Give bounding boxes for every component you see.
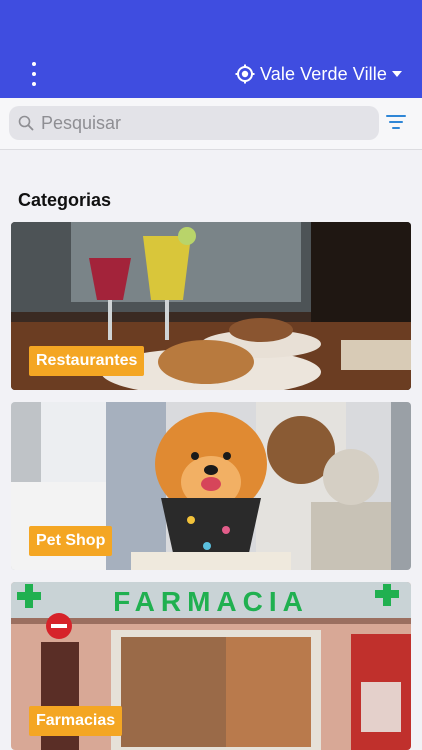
dot-icon	[32, 62, 36, 66]
location-target-icon	[235, 64, 255, 84]
search-icon	[18, 115, 34, 131]
dot-icon	[32, 82, 36, 86]
category-card-restaurantes[interactable]: Restaurantes	[11, 222, 411, 390]
app-header: Vale Verde Ville	[0, 0, 422, 98]
location-selector[interactable]: Vale Verde Ville	[235, 62, 402, 86]
location-label: Vale Verde Ville	[259, 63, 387, 84]
search-box[interactable]	[9, 106, 379, 140]
search-bar	[0, 98, 422, 150]
filter-icon[interactable]	[386, 114, 406, 130]
caret-down-icon	[392, 71, 402, 77]
pharmacy-sign-text: FARMACIA	[113, 586, 309, 617]
category-label: Farmacias	[29, 706, 123, 736]
search-input[interactable]	[41, 112, 361, 134]
section-title: Categorias	[18, 190, 112, 210]
category-label: Restaurantes	[29, 346, 145, 376]
category-label: Pet Shop	[29, 526, 113, 556]
category-card-pet-shop[interactable]: Pet Shop	[11, 402, 411, 570]
category-card-farmacias[interactable]: FARMACIA Farmacias	[11, 582, 411, 750]
dot-icon	[32, 72, 36, 76]
more-options-button[interactable]	[24, 62, 44, 86]
